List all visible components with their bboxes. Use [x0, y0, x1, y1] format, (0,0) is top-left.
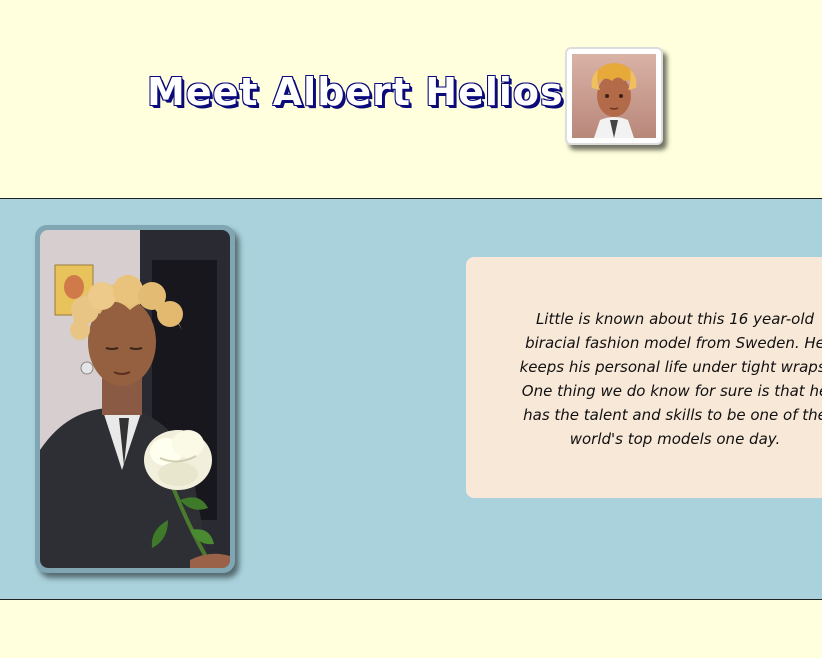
page-title: Meet Albert Helios. — [147, 70, 580, 114]
model-photo-frame — [35, 225, 235, 573]
bio-text: Little is known about this 16 year-old b… — [519, 310, 822, 448]
avatar — [565, 47, 663, 145]
model-photo — [40, 230, 230, 568]
header: Meet Albert Helios. — [0, 0, 822, 198]
footer — [0, 600, 822, 658]
avatar-illustration — [572, 54, 656, 138]
bio-card: Little is known about this 16 year-old b… — [466, 257, 822, 498]
